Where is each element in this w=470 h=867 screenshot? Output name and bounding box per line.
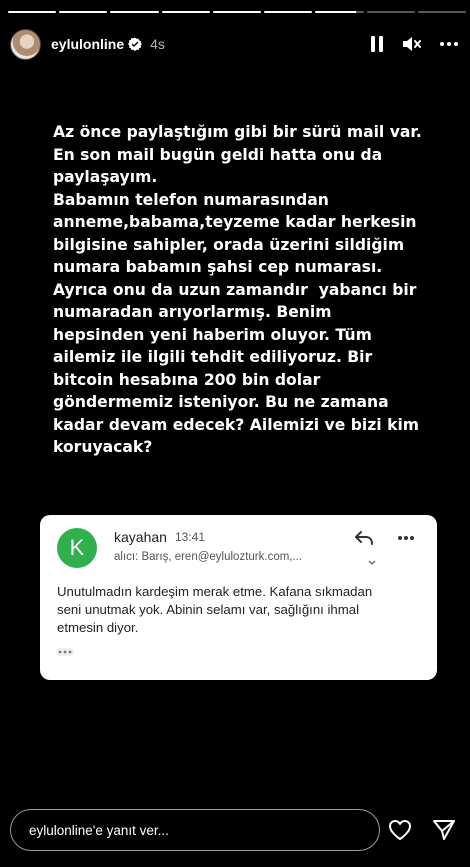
progress-segment bbox=[417, 11, 466, 13]
progress-segment bbox=[59, 11, 108, 13]
story-text-line: koruyacak? bbox=[53, 438, 153, 456]
reply-arrow-icon bbox=[353, 529, 375, 552]
story-text-line: hepsinden yeni haberim oluyor. Tüm bbox=[53, 325, 372, 344]
sender-name: kayahan bbox=[114, 529, 167, 545]
send-icon[interactable] bbox=[432, 819, 456, 841]
story-text-line: Babamın telefon numarasından bbox=[53, 190, 329, 209]
avatar[interactable] bbox=[10, 28, 41, 60]
progress-segment bbox=[110, 11, 159, 13]
chevron-down-icon bbox=[368, 553, 376, 571]
story-text-line: Az önce paylaştığım gibi bir sürü mail v… bbox=[53, 123, 422, 141]
story-text-line: ailemiz ile ilgili tehdit ediliyoruz. Bi… bbox=[53, 348, 373, 366]
email-time: 13:41 bbox=[175, 530, 206, 544]
recipients: alıcı: Barış, eren@eylulozturk.com,... bbox=[114, 551, 303, 563]
heart-icon[interactable] bbox=[388, 819, 412, 841]
post-time: 4s bbox=[150, 36, 165, 52]
email-body-line: Unutulmadın kardeşim merak etme. Kafana … bbox=[57, 584, 373, 599]
story-text: Az önce paylaştığım gibi bir sürü mail v… bbox=[53, 121, 443, 459]
progress-segment bbox=[212, 11, 262, 13]
story-text-line: kadar devam edecek? Ailemizi ve bizi kim bbox=[53, 415, 420, 434]
progress-segment bbox=[161, 11, 210, 13]
story-text-line: numara babamın şahsi cep numarası. bbox=[53, 258, 383, 276]
progress-segment bbox=[8, 11, 57, 13]
story-text-line: paylaşayım. bbox=[53, 168, 158, 186]
story-progress-bar bbox=[8, 11, 466, 13]
story-text-line: anneme,babama,teyzeme kadar herkesin bbox=[53, 213, 417, 231]
reply-input[interactable] bbox=[10, 809, 380, 851]
progress-segment bbox=[366, 11, 415, 13]
story-text-line: göndermemiz isteniyor. Bu ne zamana bbox=[53, 393, 389, 411]
email-body: Unutulmadın kardeşim merak etme. Kafana … bbox=[57, 583, 422, 637]
story-header: eylulonline 4s bbox=[10, 26, 458, 62]
story-text-line: numaradan arıyorlarmış. Benim bbox=[53, 303, 332, 321]
story-text-line: En son mail bugün geldi hatta onu da bbox=[53, 145, 383, 164]
pause-icon[interactable] bbox=[370, 35, 384, 53]
more-icon bbox=[56, 643, 74, 661]
email-body-line: seni unutmak yok. Abinin selamı var, sağ… bbox=[57, 602, 359, 617]
mute-icon[interactable] bbox=[402, 35, 422, 53]
verified-badge-icon bbox=[128, 37, 143, 51]
sender-avatar: K bbox=[57, 528, 97, 568]
story-text-line: bitcoin hesabına 200 bin dolar bbox=[53, 370, 321, 389]
email-screenshot: K kayahan 13:41 alıcı: Barış, eren@eylul… bbox=[40, 515, 437, 680]
progress-segment bbox=[315, 11, 364, 13]
more-icon bbox=[397, 528, 415, 546]
more-icon[interactable] bbox=[440, 42, 458, 46]
story-text-line: bilgisine sahipler, orada üzerini sildiğ… bbox=[53, 235, 405, 254]
progress-segment bbox=[264, 11, 313, 13]
reply-bar bbox=[10, 808, 460, 852]
story-text-line: Ayrıca onu da uzun zamandır yabancı bir bbox=[53, 280, 417, 299]
email-body-line: etmesin diyor. bbox=[57, 620, 139, 635]
username[interactable]: eylulonline bbox=[51, 36, 124, 52]
